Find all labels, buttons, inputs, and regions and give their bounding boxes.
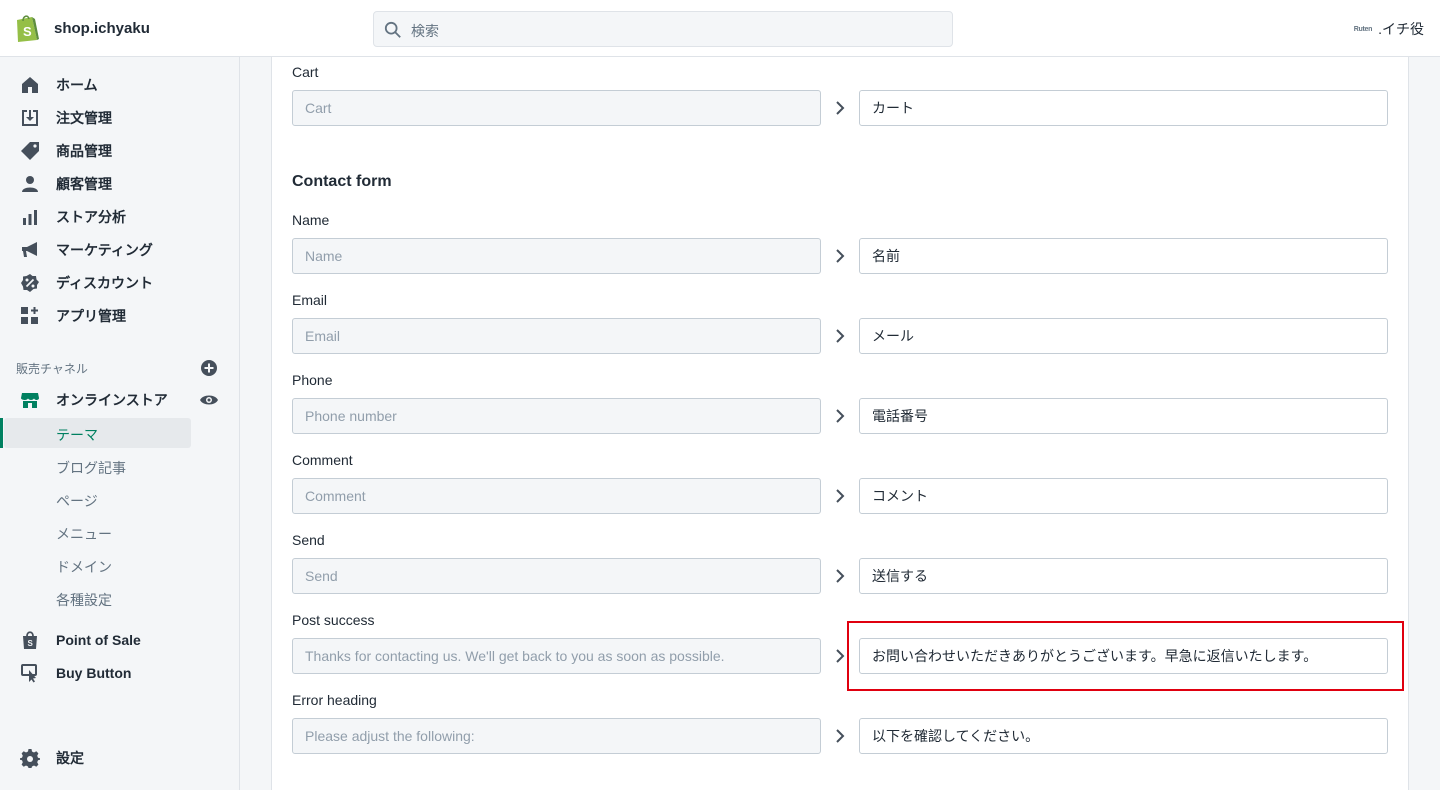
- source-text-comment: Comment: [292, 478, 821, 514]
- sales-channels-label: 販売チャネル: [16, 362, 88, 376]
- search-icon: [384, 21, 401, 38]
- store-icon: [21, 393, 39, 408]
- sidebar-item-label: オンラインストア: [56, 391, 168, 408]
- sidebar-item-marketing[interactable]: マーケティング: [0, 233, 239, 266]
- sidebar-subitem-pages[interactable]: ページ: [0, 484, 239, 514]
- sidebar-item-label: マーケティング: [56, 241, 153, 258]
- sidebar-subitem-label: ドメイン: [56, 559, 112, 575]
- active-indicator: [0, 418, 3, 448]
- sidebar-item-label: アプリ管理: [56, 307, 126, 324]
- sidebar-item-products[interactable]: 商品管理: [0, 134, 239, 167]
- field-label-send: Send: [292, 532, 325, 548]
- sidebar-item-label: ディスカウント: [56, 274, 154, 291]
- sidebar-item-apps[interactable]: アプリ管理: [0, 299, 239, 332]
- sidebar-subitem-themes[interactable]: テーマ: [0, 418, 239, 448]
- tag-icon: [21, 142, 39, 160]
- sidebar-item-label: 注文管理: [56, 109, 112, 126]
- account-name: .イチ役: [1378, 21, 1424, 37]
- chevron-right-icon: [836, 409, 845, 423]
- shopify-logo-icon[interactable]: S: [14, 13, 40, 43]
- sidebar-item-label: 顧客管理: [56, 175, 112, 192]
- field-label-name: Name: [292, 212, 330, 228]
- field-label-phone: Phone: [292, 372, 333, 388]
- person-icon: [22, 176, 38, 192]
- home-icon: [22, 77, 38, 93]
- pos-bag-icon: S: [23, 631, 37, 649]
- sidebar-item-label: Point of Sale: [56, 631, 141, 648]
- source-text-error-heading: Please adjust the following:: [292, 718, 821, 754]
- chevron-right-icon: [836, 329, 845, 343]
- chevron-right-icon: [836, 101, 845, 115]
- svg-text:S: S: [28, 639, 34, 648]
- field-label-post-success: Post success: [292, 612, 375, 628]
- source-text-email: Email: [292, 318, 821, 354]
- sidebar-subitem-label: ブログ記事: [56, 460, 126, 476]
- source-text-cart: Cart: [292, 90, 821, 126]
- source-text-send: Send: [292, 558, 821, 594]
- shop-name[interactable]: shop.ichyaku: [54, 20, 150, 37]
- sidebar-item-label: ストア分析: [56, 208, 126, 225]
- sidebar-item-orders[interactable]: 注文管理: [0, 101, 239, 134]
- svg-text:S: S: [23, 24, 32, 39]
- translation-input-cart[interactable]: カート: [859, 90, 1388, 126]
- buy-button-icon: [21, 664, 37, 683]
- add-channel-icon[interactable]: [199, 358, 219, 378]
- chevron-right-icon: [836, 569, 845, 583]
- search-input[interactable]: 検索: [373, 11, 953, 47]
- chevron-right-icon: [836, 249, 845, 263]
- sidebar-item-point-of-sale[interactable]: S Point of Sale: [0, 623, 239, 656]
- source-text-phone: Phone number: [292, 398, 821, 434]
- translation-input-name[interactable]: 名前: [859, 238, 1388, 274]
- translation-input-phone[interactable]: 電話番号: [859, 398, 1388, 434]
- sidebar: ホーム 注文管理 商品管理 顧客管理 ストア分析 マーケティング ディスカウント…: [0, 57, 240, 790]
- sidebar-item-label: Buy Button: [56, 664, 132, 681]
- source-text-post-success: Thanks for contacting us. We'll get back…: [292, 638, 821, 674]
- sidebar-item-buy-button[interactable]: Buy Button: [0, 656, 239, 689]
- apps-icon: [21, 307, 38, 324]
- sidebar-subitem-domains[interactable]: ドメイン: [0, 550, 239, 580]
- sidebar-item-customers[interactable]: 顧客管理: [0, 167, 239, 200]
- translation-input-comment[interactable]: コメント: [859, 478, 1388, 514]
- translation-input-send[interactable]: 送信する: [859, 558, 1388, 594]
- chevron-right-icon: [836, 649, 845, 663]
- sidebar-subitem-label: 各種設定: [56, 592, 112, 608]
- highlight-box: [847, 621, 1404, 691]
- chevron-right-icon: [836, 729, 845, 743]
- megaphone-icon: [22, 242, 37, 257]
- top-bar: S shop.ichyaku 検索 Ruten .イチ役: [0, 0, 1440, 57]
- section-heading-contact-form: Contact form: [292, 173, 392, 190]
- sidebar-item-label: ホーム: [56, 76, 98, 93]
- sidebar-item-label: 商品管理: [56, 142, 112, 159]
- sidebar-item-analytics[interactable]: ストア分析: [0, 200, 239, 233]
- account-menu[interactable]: Ruten .イチ役: [1354, 19, 1424, 39]
- sidebar-item-discounts[interactable]: ディスカウント: [0, 266, 239, 299]
- source-text-name: Name: [292, 238, 821, 274]
- sidebar-subitem-label: メニュー: [56, 526, 112, 542]
- translation-input-error-heading[interactable]: 以下を確認してください。: [859, 718, 1388, 754]
- sidebar-subitem-preferences[interactable]: 各種設定: [0, 583, 239, 613]
- orders-icon: [22, 110, 38, 126]
- field-label-email: Email: [292, 292, 328, 308]
- sidebar-subitem-label: ページ: [56, 493, 98, 509]
- analytics-icon: [23, 210, 37, 225]
- sidebar-item-home[interactable]: ホーム: [0, 68, 239, 101]
- gear-icon: [20, 749, 40, 768]
- sidebar-item-label: 設定: [56, 749, 84, 766]
- search-placeholder: 検索: [411, 23, 439, 39]
- discount-icon: [21, 274, 39, 292]
- sidebar-item-settings[interactable]: 設定: [0, 741, 239, 774]
- account-logo: Ruten: [1353, 25, 1373, 33]
- field-label-comment: Comment: [292, 452, 353, 468]
- sidebar-subitem-navigation[interactable]: メニュー: [0, 517, 239, 547]
- eye-icon[interactable]: [199, 390, 219, 410]
- chevron-right-icon: [836, 489, 845, 503]
- sidebar-subitem-blog-posts[interactable]: ブログ記事: [0, 451, 239, 481]
- field-label-error-heading: Error heading: [292, 692, 377, 708]
- translation-input-email[interactable]: メール: [859, 318, 1388, 354]
- field-label-cart: Cart: [292, 64, 319, 80]
- sidebar-subitem-label: テーマ: [56, 427, 98, 443]
